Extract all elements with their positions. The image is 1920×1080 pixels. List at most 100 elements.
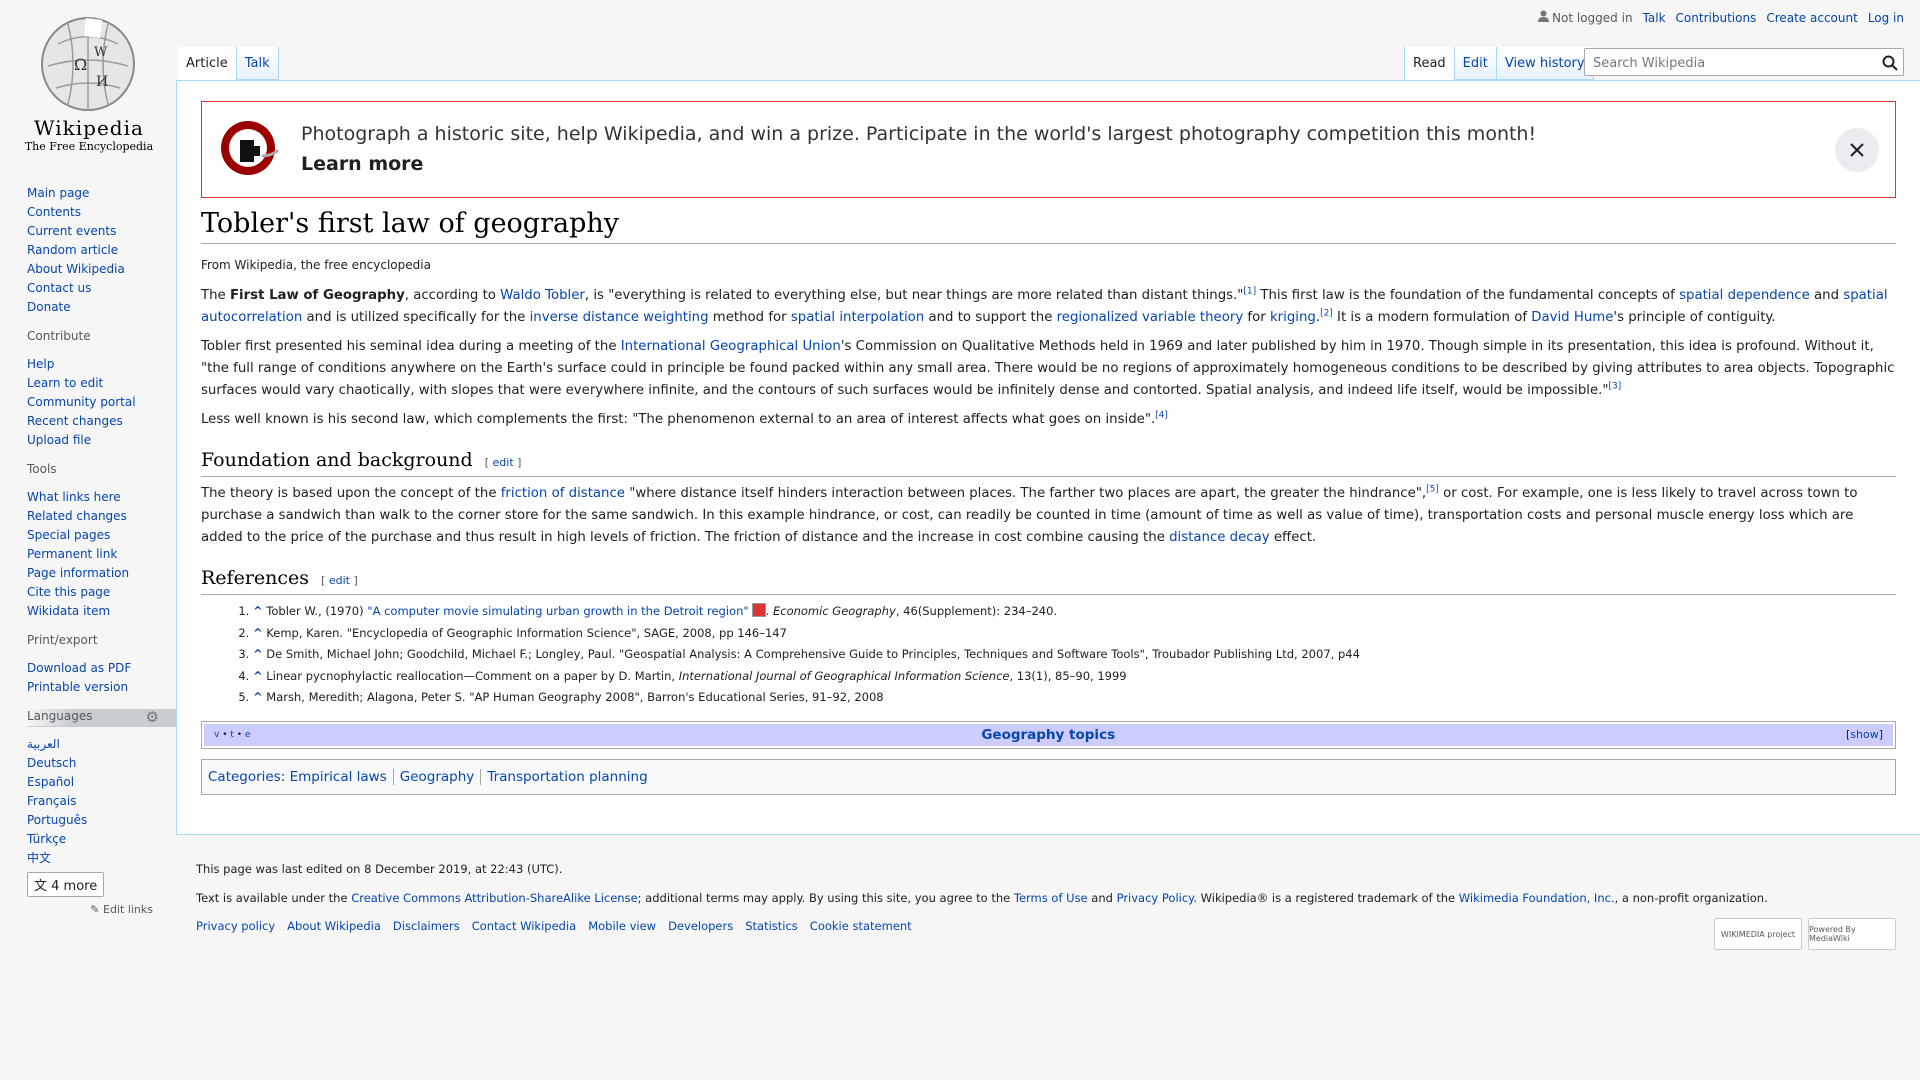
ref-link-3[interactable]: [3] [1609, 382, 1622, 392]
navbox-talk-link[interactable]: t [230, 730, 234, 740]
sidebar-item-about[interactable]: About Wikipedia [27, 262, 125, 276]
sidebar-item-learn-to-edit[interactable]: Learn to edit [27, 376, 103, 390]
sidebar-item-special-pages[interactable]: Special pages [27, 528, 110, 542]
footer-statistics[interactable]: Statistics [745, 919, 798, 933]
ref-external-link[interactable]: "A computer movie simulating urban growt… [367, 604, 748, 618]
banner-close-button[interactable] [1835, 128, 1879, 172]
ref-link-1[interactable]: [1] [1243, 287, 1256, 297]
banner-learn-more[interactable]: Learn more [301, 153, 423, 175]
footer-privacy-policy[interactable]: Privacy policy [196, 919, 275, 933]
last-modified: This page was last edited on 8 December … [196, 862, 563, 876]
more-languages-button[interactable]: 文 4 more [27, 872, 105, 897]
footer-disclaimers[interactable]: Disclaimers [393, 919, 460, 933]
tab-read[interactable]: Read [1405, 47, 1455, 80]
footer-developers[interactable]: Developers [668, 919, 733, 933]
link-regionalized-variable-theory[interactable]: regionalized variable theory [1057, 310, 1244, 325]
language-link-french[interactable]: Français [27, 794, 76, 808]
bold-term: First Law of Geography [229, 288, 405, 303]
language-link-spanish[interactable]: Español [27, 775, 74, 789]
link-friction-of-distance[interactable]: friction of distance [501, 486, 625, 501]
ref-link-4[interactable]: [4] [1155, 411, 1168, 421]
edit-links-link[interactable]: Edit links [103, 903, 153, 916]
sidebar-item-current-events[interactable]: Current events [27, 224, 116, 238]
footer-about[interactable]: About Wikipedia [287, 919, 381, 933]
sidebar-item-what-links-here[interactable]: What links here [27, 490, 121, 504]
tab-article[interactable]: Article [178, 47, 237, 80]
sidebar-item-permanent-link[interactable]: Permanent link [27, 547, 117, 561]
link-distance-decay[interactable]: distance decay [1169, 530, 1270, 545]
sidebar-item-community-portal[interactable]: Community portal [27, 395, 136, 409]
wikimedia-project-badge-icon[interactable]: WIKIMEDIA project [1714, 918, 1802, 950]
language-link-german[interactable]: Deutsch [27, 756, 76, 770]
navbox-view-link[interactable]: v [214, 730, 219, 740]
link-waldo-tobler[interactable]: Waldo Tobler [500, 288, 585, 303]
language-link-chinese[interactable]: 中文 [27, 851, 51, 865]
backlink-caret[interactable]: ^ [253, 669, 263, 683]
navbox-title[interactable]: Geography topics [981, 724, 1115, 746]
gear-icon[interactable]: ⚙ [146, 708, 159, 726]
tab-talk[interactable]: Talk [236, 47, 279, 80]
search-input[interactable] [1591, 50, 1875, 76]
language-link-turkish[interactable]: Türkçe [27, 832, 66, 846]
link-kriging[interactable]: kriging [1270, 310, 1316, 325]
sidebar-item-related-changes[interactable]: Related changes [27, 509, 127, 523]
contributions-link[interactable]: Contributions [1676, 11, 1757, 25]
ref-link-5[interactable]: [5] [1426, 485, 1439, 495]
footer-mobile-view[interactable]: Mobile view [588, 919, 656, 933]
sidebar-item-download-pdf[interactable]: Download as PDF [27, 661, 131, 675]
sidebar-item-contents[interactable]: Contents [27, 205, 81, 219]
navbox-show-toggle[interactable]: show [1850, 728, 1878, 741]
backlink-caret[interactable]: ^ [253, 626, 263, 640]
footer-contact[interactable]: Contact Wikipedia [472, 919, 576, 933]
wordmark: Wikipedia [34, 116, 144, 140]
backlink-caret[interactable]: ^ [253, 604, 263, 618]
terms-of-use-link[interactable]: Terms of Use [1014, 891, 1088, 905]
page-title: Tobler's first law of geography [201, 208, 1896, 244]
paragraph-intro: The First Law of Geography, according to… [201, 286, 1888, 325]
sidebar-item-donate[interactable]: Donate [27, 300, 71, 314]
categories-link[interactable]: Categories [208, 769, 281, 785]
sidebar-item-page-information[interactable]: Page information [27, 566, 129, 580]
backlink-caret[interactable]: ^ [253, 647, 263, 661]
sidebar-item-printable-version[interactable]: Printable version [27, 680, 128, 694]
link-international-geographical-union[interactable]: International Geographical Union [621, 339, 841, 354]
create-account-link[interactable]: Create account [1766, 11, 1858, 25]
talk-link[interactable]: Talk [1643, 11, 1666, 25]
backlink-caret[interactable]: ^ [253, 690, 263, 704]
sidebar-item-upload-file[interactable]: Upload file [27, 433, 91, 447]
search-icon[interactable] [1881, 54, 1899, 72]
link-david-hume[interactable]: David Hume [1531, 310, 1613, 325]
privacy-policy-inline-link[interactable]: Privacy Policy [1117, 891, 1194, 905]
tab-edit[interactable]: Edit [1454, 47, 1497, 80]
link-inverse-distance-weighting[interactable]: inverse distance weighting [530, 310, 709, 325]
edit-section-link[interactable]: edit [329, 574, 350, 587]
category-empirical-laws[interactable]: Empirical laws [290, 769, 387, 785]
ref-link-2[interactable]: [2] [1320, 309, 1333, 319]
contribute-portal: Contribute Help Learn to edit Community … [27, 329, 177, 450]
section-edit-references: [ edit ] [321, 574, 358, 587]
footer-cookie-statement[interactable]: Cookie statement [810, 919, 912, 933]
license-link[interactable]: Creative Commons Attribution-ShareAlike … [351, 891, 637, 905]
sidebar-item-help[interactable]: Help [27, 357, 54, 371]
wikipedia-logo[interactable]: Ω W И Wikipedia The Free Encyclopedia [24, 14, 154, 159]
edit-section-link[interactable]: edit [493, 456, 514, 469]
sidebar-item-random-article[interactable]: Random article [27, 243, 118, 257]
sidebar-item-cite-this-page[interactable]: Cite this page [27, 585, 110, 599]
sidebar-item-recent-changes[interactable]: Recent changes [27, 414, 123, 428]
powered-by-mediawiki-badge-icon[interactable]: Powered By MediaWiki [1808, 918, 1896, 950]
navbox-edit-link[interactable]: e [245, 730, 251, 740]
personal-tools: Not logged in Talk Contributions Create … [1538, 10, 1904, 25]
contribute-heading: Contribute [27, 329, 91, 343]
wikimedia-foundation-link[interactable]: Wikimedia Foundation, Inc. [1459, 891, 1615, 905]
sidebar-item-main-page[interactable]: Main page [27, 186, 89, 200]
sidebar-item-contact[interactable]: Contact us [27, 281, 91, 295]
log-in-link[interactable]: Log in [1868, 11, 1904, 25]
link-spatial-interpolation[interactable]: spatial interpolation [791, 310, 924, 325]
sidebar-item-wikidata-item[interactable]: Wikidata item [27, 604, 110, 618]
language-link-portuguese[interactable]: Português [27, 813, 87, 827]
link-spatial-dependence[interactable]: spatial dependence [1679, 288, 1810, 303]
tab-view-history[interactable]: View history [1496, 47, 1594, 80]
category-transportation-planning[interactable]: Transportation planning [487, 769, 647, 785]
language-link-arabic[interactable]: العربية [27, 737, 60, 751]
category-geography[interactable]: Geography [400, 769, 475, 785]
